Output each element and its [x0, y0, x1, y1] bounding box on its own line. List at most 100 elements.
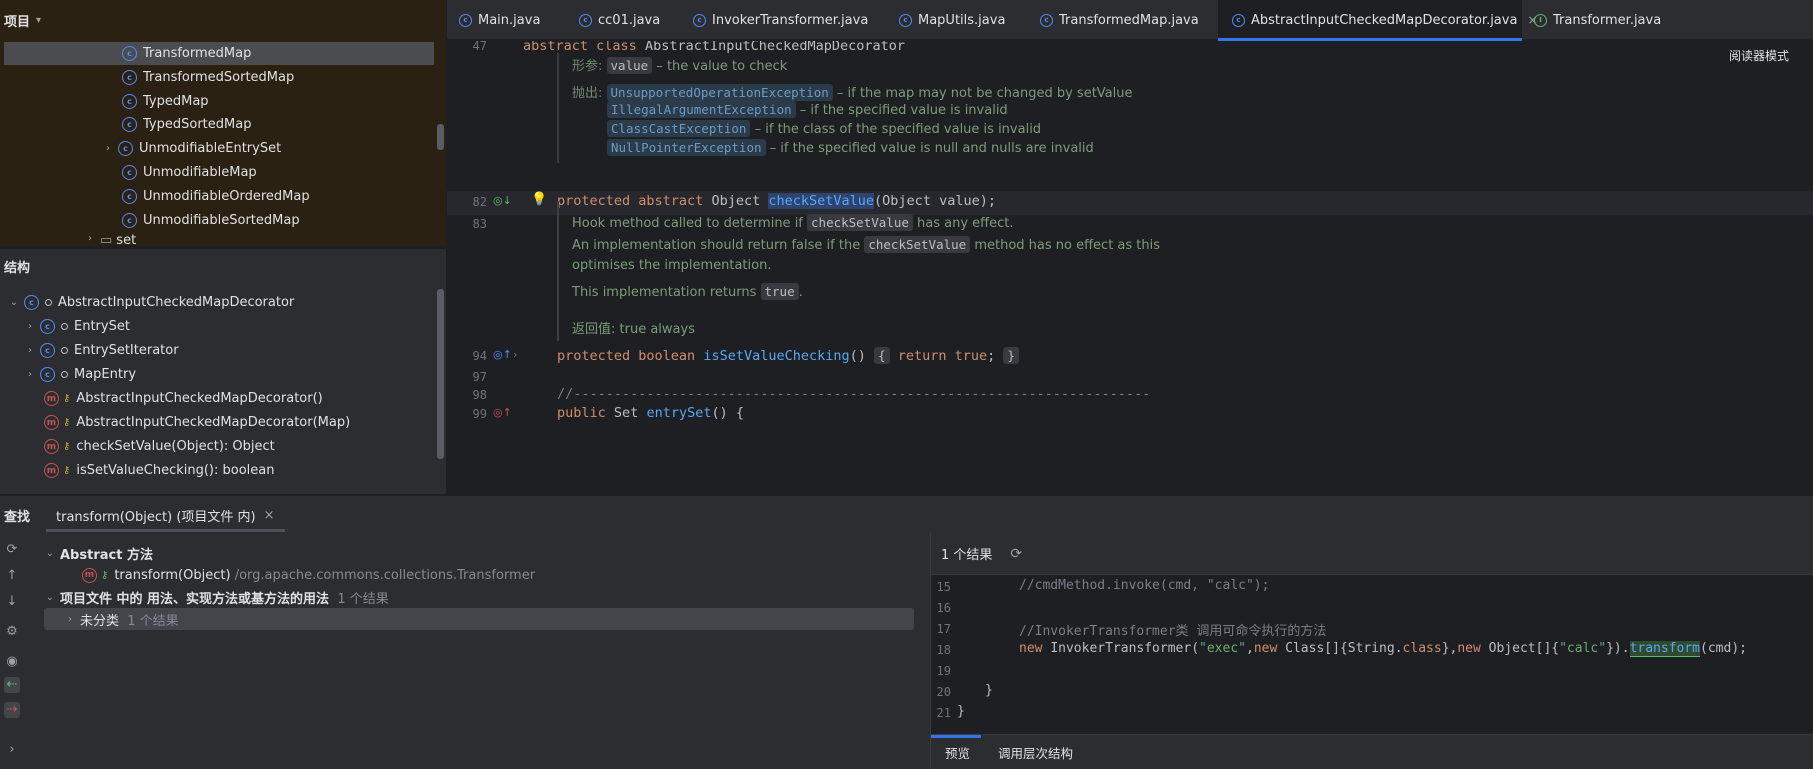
structure-item-entryset[interactable]: › c EntrySet	[4, 315, 130, 338]
result-group-abstract-methods[interactable]: ⌄ Abstract 方法	[44, 542, 153, 564]
doc-exception-link[interactable]: NullPointerException	[607, 139, 766, 156]
keyword: class	[1402, 641, 1442, 656]
structure-item-entrysetiterator[interactable]: › c EntrySetIterator	[4, 339, 179, 362]
line-number: 82	[472, 195, 487, 209]
arrow-up-icon[interactable]: ↑	[4, 568, 20, 584]
chevron-right-icon[interactable]: ›	[24, 345, 36, 356]
class-icon: c	[122, 189, 137, 204]
project-scrollbar[interactable]	[437, 124, 444, 150]
write-access-icon[interactable]: ⇢	[4, 702, 20, 718]
project-item-unmodifiableorderedmap[interactable]: c UnmodifiableOrderedMap	[4, 185, 310, 208]
overrides-icon[interactable]: ◎↑	[493, 348, 512, 361]
reader-mode-button[interactable]: 阅读器模式	[1729, 47, 1789, 64]
inner-class-icon: c	[40, 367, 55, 382]
structure-item-mapentry[interactable]: › c MapEntry	[4, 363, 136, 386]
line-number: 97	[472, 370, 487, 384]
doc-throws-row-2: IllegalArgumentException – if the specif…	[607, 101, 1008, 118]
preview-tab-indicator	[931, 735, 981, 738]
project-item-unmodifiablesortedmap[interactable]: c UnmodifiableSortedMap	[4, 209, 300, 232]
chevron-down-icon[interactable]: ▾	[36, 15, 41, 26]
tab-label: TransformedMap.java	[1059, 12, 1199, 28]
structure-item-label: EntrySet	[74, 319, 130, 334]
structure-method-label: isSetValueChecking(): boolean	[76, 463, 275, 478]
doc-text: – the value to check	[656, 59, 788, 74]
doc-exception-link[interactable]: UnsupportedOperationException	[606, 84, 833, 101]
project-panel-header[interactable]: 项目 ▾	[0, 0, 446, 40]
structure-item-label: EntrySetIterator	[74, 343, 179, 358]
tab-abstractinputcheckedmapdecorator-java[interactable]: c AbstractInputCheckedMapDecorator.java …	[1218, 0, 1538, 41]
project-item-label: TransformedSortedMap	[143, 70, 295, 85]
tab-maputils-java[interactable]: c MapUtils.java	[899, 0, 1005, 40]
chevron-right-icon[interactable]: ›	[84, 233, 96, 244]
structure-method-checksetvalue[interactable]: m ⚷ checkSetValue(Object): Object	[4, 435, 275, 458]
tab-call-hierarchy[interactable]: 调用层次结构	[998, 743, 1073, 762]
result-group-project-usages[interactable]: ⌄ 项目文件 中的 用法、实现方法或基方法的用法 1 个结果	[44, 586, 389, 608]
structure-root[interactable]: ⌄ c AbstractInputCheckedMapDecorator	[4, 291, 294, 314]
structure-method-issetvaluechecking[interactable]: m ⚷ isSetValueChecking(): boolean	[4, 459, 274, 482]
public-access-icon: ⚷	[101, 569, 109, 581]
chevron-down-icon[interactable]: ⌄	[44, 592, 56, 603]
structure-panel: 结构 ⌄ c AbstractInputCheckedMapDecorator …	[0, 248, 446, 494]
find-tab-label: transform(Object) (项目文件 内)	[56, 509, 256, 525]
tab-cc01-java[interactable]: c cc01.java	[579, 0, 660, 40]
overrides-method-icon[interactable]: ◎↑	[493, 406, 512, 419]
result-group-uncategorized[interactable]: › 未分类 1 个结果	[44, 608, 914, 630]
abstract-method-icon: m	[44, 439, 59, 454]
folded-brace[interactable]: }	[1003, 347, 1019, 364]
chevron-right-icon[interactable]: ›	[4, 742, 20, 758]
structure-method-ctor-map[interactable]: m ⚷ AbstractInputCheckedMapDecorator(Map…	[4, 411, 350, 434]
chevron-right-icon[interactable]: ›	[102, 143, 114, 154]
doc-param-row: 形参: value – the value to check	[572, 55, 787, 74]
tab-main-java[interactable]: c Main.java	[459, 0, 550, 40]
project-item-unmodifiablemap[interactable]: c UnmodifiableMap	[4, 161, 257, 184]
tab-preview[interactable]: 预览	[945, 743, 970, 762]
project-item-label: UnmodifiableSortedMap	[143, 213, 300, 228]
refresh-icon[interactable]: ⟳	[1010, 546, 1022, 562]
doc-text: Hook method called to determine if	[572, 216, 803, 231]
project-item-unmodifiableentryset[interactable]: › c UnmodifiableEntrySet	[4, 137, 281, 160]
doc-exception-link[interactable]: IllegalArgumentException	[607, 101, 796, 118]
chevron-down-icon[interactable]: ⌄	[8, 297, 20, 308]
project-item-set[interactable]: › ▭ set	[4, 233, 136, 246]
project-item-typedmap[interactable]: c TypedMap	[4, 90, 209, 113]
refresh-icon[interactable]: ⟳	[4, 542, 20, 558]
folded-brace[interactable]: {	[874, 347, 890, 364]
project-item-transformedmap[interactable]: c TransformedMap	[4, 42, 434, 65]
structure-method-ctor[interactable]: m ⚷ AbstractInputCheckedMapDecorator()	[4, 387, 323, 410]
close-icon[interactable]: ×	[264, 508, 275, 523]
chevron-right-icon[interactable]: ›	[24, 321, 36, 332]
usage-match[interactable]: transform	[1629, 641, 1701, 657]
code-editor[interactable]: 阅读器模式 47 abstract class AbstractInputChe…	[447, 41, 1813, 494]
eye-icon[interactable]: ◉	[4, 654, 20, 670]
project-item-typedsortedmap[interactable]: c TypedSortedMap	[4, 113, 251, 136]
arrow-down-icon[interactable]: ↓	[4, 594, 20, 610]
fold-chevron-icon[interactable]: ›	[513, 348, 517, 361]
tab-invokertransformer-java[interactable]: c InvokerTransformer.java	[693, 0, 868, 40]
read-access-icon[interactable]: ⇠	[4, 677, 20, 693]
project-item-transformedsortedmap[interactable]: c TransformedSortedMap	[4, 66, 294, 89]
code-text: },	[1441, 641, 1458, 656]
keyword: protected boolean	[557, 348, 696, 364]
visibility-icon	[61, 371, 68, 378]
tab-label: AbstractInputCheckedMapDecorator.java	[1251, 12, 1518, 28]
chevron-right-icon[interactable]: ›	[64, 614, 76, 625]
project-item-label: set	[116, 233, 137, 246]
keyword: new	[1253, 641, 1278, 656]
chevron-down-icon[interactable]: ⌄	[44, 548, 56, 559]
class-icon: c	[24, 295, 39, 310]
project-item-label: TypedSortedMap	[143, 117, 252, 132]
class-icon: c	[118, 141, 133, 156]
result-item-transform[interactable]: m ⚷ transform(Object) /org.apache.common…	[82, 564, 535, 586]
chevron-right-icon[interactable]: ›	[24, 369, 36, 380]
lightbulb-icon[interactable]: 💡	[531, 192, 547, 207]
structure-scrollbar[interactable]	[437, 289, 444, 459]
folder-icon: ▭	[100, 233, 113, 246]
find-result-tab[interactable]: transform(Object) (项目文件 内) ×	[46, 496, 285, 534]
doc-exception-link[interactable]: ClassCastException	[607, 120, 751, 137]
tab-transformer-java[interactable]: I Transformer.java	[1534, 0, 1661, 40]
gear-icon[interactable]: ⚙	[4, 624, 20, 640]
code-text: Object[]{	[1488, 641, 1560, 656]
implemented-icon[interactable]: ◎↓	[493, 194, 512, 207]
preview-line-number: 17	[936, 622, 951, 636]
tab-transformedmap-java[interactable]: c TransformedMap.java	[1040, 0, 1199, 40]
